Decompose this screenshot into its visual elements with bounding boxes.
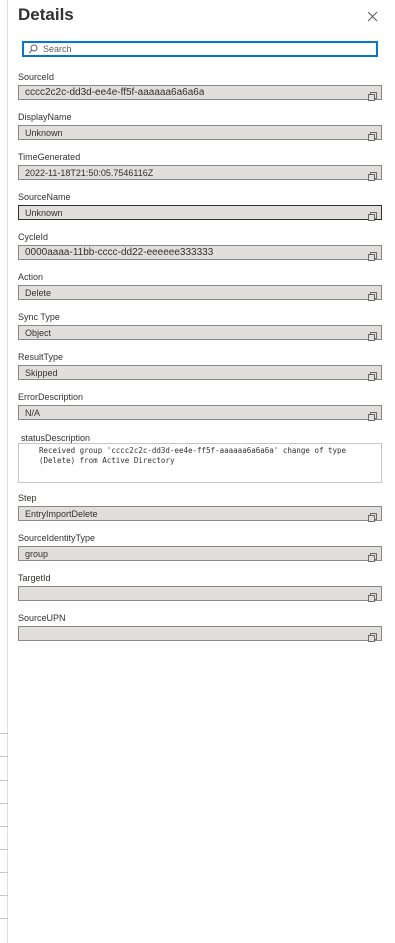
field-cycleid: CycleId 0000aaaa-11bb-cccc-dd22-eeeeee333…	[18, 232, 382, 261]
background-divider	[0, 733, 8, 734]
field-sync-type: Sync Type Object	[18, 312, 382, 341]
details-panel: Details SourceId cccc2c2c-dd3d-ee4e-ff5f-…	[8, 0, 395, 943]
copy-icon[interactable]	[368, 549, 377, 562]
background-divider	[0, 756, 8, 757]
copy-icon[interactable]	[368, 328, 377, 341]
field-label: ErrorDescription	[18, 392, 84, 402]
copy-icon[interactable]	[368, 88, 377, 101]
field-label: CycleId	[18, 232, 49, 242]
close-button[interactable]	[362, 6, 382, 26]
field-displayname: DisplayName Unknown	[18, 112, 382, 141]
field-value-box[interactable]	[18, 586, 382, 602]
copy-icon[interactable]	[368, 629, 377, 642]
field-timegenerated: TimeGenerated 2022-11-18T21:50:05.7546116…	[18, 152, 382, 181]
field-sourceupn: SourceUPN	[18, 613, 382, 642]
background-divider	[0, 826, 8, 827]
field-label: Step	[18, 493, 37, 503]
search-input[interactable]	[43, 43, 363, 55]
copy-icon[interactable]	[368, 248, 377, 261]
field-value: 2022-11-18T21:50:05.7546116Z	[25, 167, 154, 178]
field-value-box[interactable]	[18, 626, 382, 642]
background-divider	[0, 780, 8, 781]
field-value: EntryImportDelete	[25, 508, 98, 519]
field-value-box[interactable]: Object	[18, 325, 382, 341]
copy-icon[interactable]	[368, 168, 377, 181]
field-label: TimeGenerated	[18, 152, 81, 162]
field-errordescription: ErrorDescription N/A	[18, 392, 382, 421]
copy-icon[interactable]	[368, 408, 377, 421]
field-label: SourceUPN	[18, 613, 66, 623]
field-label: Sync Type	[18, 312, 60, 322]
search-box[interactable]	[22, 41, 378, 57]
status-description-label: statusDescription	[21, 433, 91, 443]
field-value-box[interactable]: 2022-11-18T21:50:05.7546116Z	[18, 165, 382, 181]
status-description-textarea[interactable]: Received group 'cccc2c2c-dd3d-ee4e-ff5f-…	[18, 443, 382, 483]
background-divider	[0, 849, 8, 850]
field-label: ResultType	[18, 352, 64, 362]
field-value: Object	[25, 327, 52, 338]
copy-icon[interactable]	[368, 208, 377, 221]
field-value-box[interactable]: 0000aaaa-11bb-cccc-dd22-eeeeee333333	[18, 245, 382, 261]
copy-icon[interactable]	[368, 368, 377, 381]
background-divider	[0, 895, 8, 896]
field-targetid: TargetId	[18, 573, 382, 602]
field-action: Action Delete	[18, 272, 382, 301]
search-icon	[27, 43, 39, 55]
copy-icon[interactable]	[368, 288, 377, 301]
field-value: Skipped	[25, 367, 58, 378]
field-value-box[interactable]: Delete	[18, 285, 382, 301]
copy-icon[interactable]	[368, 509, 377, 522]
field-label: SourceId	[18, 72, 55, 82]
copy-icon[interactable]	[368, 128, 377, 141]
field-value: group	[25, 548, 49, 559]
field-label: Action	[18, 272, 44, 282]
field-value-box[interactable]: Unknown	[18, 125, 382, 141]
field-value: Unknown	[25, 127, 63, 138]
field-label: DisplayName	[18, 112, 72, 122]
field-value-box[interactable]: Unknown	[18, 205, 382, 221]
field-value-box[interactable]: cccc2c2c-dd3d-ee4e-ff5f-aaaaaa6a6a6a	[18, 85, 382, 101]
background-divider	[0, 918, 8, 919]
field-value: Unknown	[25, 207, 63, 218]
field-sourceidentitytype: SourceIdentityType group	[18, 533, 382, 562]
field-step: Step EntryImportDelete	[18, 493, 382, 522]
field-value-box[interactable]: EntryImportDelete	[18, 506, 382, 522]
field-value: Delete	[25, 287, 52, 298]
field-value: 0000aaaa-11bb-cccc-dd22-eeeeee333333	[25, 247, 214, 258]
field-label: SourceIdentityType	[18, 533, 96, 543]
field-value-box[interactable]: group	[18, 546, 382, 562]
copy-icon[interactable]	[368, 589, 377, 602]
field-label: SourceName	[18, 192, 71, 202]
background-divider	[0, 803, 8, 804]
field-value-box[interactable]: N/A	[18, 405, 382, 421]
background-divider	[0, 872, 8, 873]
field-sourcename: SourceName Unknown	[18, 192, 382, 221]
panel-title: Details	[18, 5, 74, 24]
field-label: TargetId	[18, 573, 51, 583]
close-icon	[367, 11, 377, 21]
field-value-box[interactable]: Skipped	[18, 365, 382, 381]
field-value: N/A	[25, 407, 41, 418]
background-page-strip	[0, 0, 8, 943]
field-resulttype: ResultType Skipped	[18, 352, 382, 381]
field-value: cccc2c2c-dd3d-ee4e-ff5f-aaaaaa6a6a6a	[25, 87, 205, 98]
field-sourceid: SourceId cccc2c2c-dd3d-ee4e-ff5f-aaaaaa6a…	[18, 72, 382, 101]
